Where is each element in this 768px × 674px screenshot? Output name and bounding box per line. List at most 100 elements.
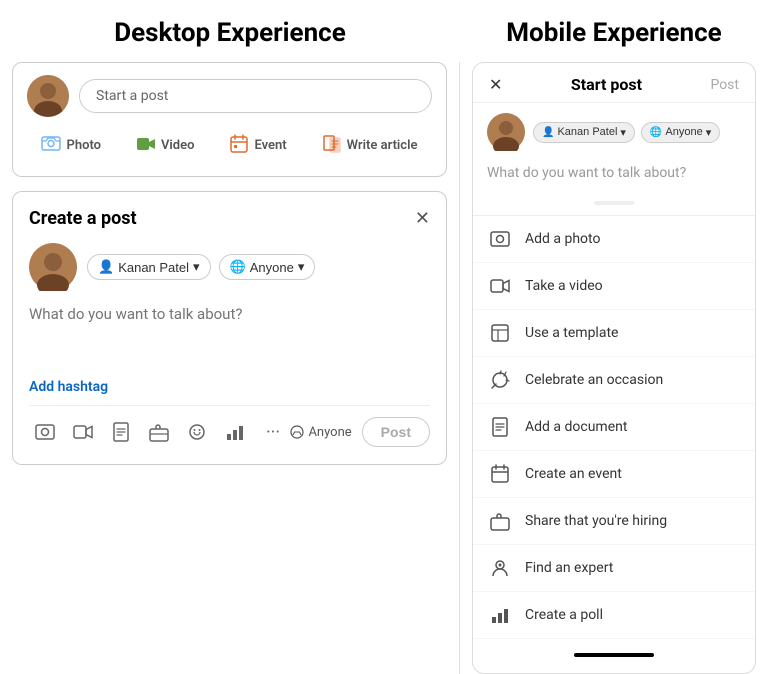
- mobile-chevron-icon-2: ▾: [706, 126, 712, 139]
- mobile-person-icon: 👤: [542, 127, 554, 138]
- menu-document-icon: [489, 416, 511, 438]
- photo-icon: [41, 133, 61, 158]
- chevron-down-icon: ▾: [193, 259, 200, 275]
- menu-add-document[interactable]: Add a document: [473, 404, 755, 451]
- create-post-card: Create a post ✕ 👤 Kanan P: [12, 191, 447, 465]
- card-header: Create a post ✕: [29, 208, 430, 229]
- anyone-btn[interactable]: Anyone: [290, 425, 351, 440]
- right-header: Mobile Experience: [460, 0, 768, 62]
- event-label: Event: [254, 138, 286, 153]
- menu-event-icon: [489, 463, 511, 485]
- menu-take-video[interactable]: Take a video: [473, 263, 755, 310]
- menu-hiring-icon: [489, 510, 511, 532]
- audience-label: Anyone: [250, 260, 294, 275]
- event-action-btn[interactable]: Event: [221, 127, 294, 164]
- mobile-post-title: Start post: [571, 75, 642, 94]
- user-name: Kanan Patel: [118, 260, 189, 275]
- article-label: Write article: [347, 138, 418, 153]
- menu-add-photo-label: Add a photo: [525, 231, 600, 247]
- toolbar-briefcase-icon[interactable]: [143, 416, 175, 448]
- menu-find-expert-label: Find an expert: [525, 560, 613, 576]
- bottom-bar: [574, 653, 654, 657]
- mobile-phone-wrapper: ✕ Start post Post 👤: [472, 62, 756, 674]
- menu-find-expert[interactable]: Find an expert: [473, 545, 755, 592]
- mobile-header: ✕ Start post Post: [473, 63, 755, 103]
- anyone-text: Anyone: [308, 425, 351, 440]
- ellipsis-icon: ···: [266, 422, 280, 443]
- toolbar-video-icon[interactable]: [67, 416, 99, 448]
- desktop-top-bar: Start a post Photo: [12, 62, 447, 177]
- post-textarea[interactable]: [29, 305, 430, 365]
- menu-hiring-label: Share that you're hiring: [525, 513, 667, 529]
- user-pill-btn[interactable]: 👤 Kanan Patel ▾: [87, 254, 211, 280]
- bottom-toolbar: ··· Anyone Post: [29, 405, 430, 448]
- user-row: 👤 Kanan Patel ▾ 🌐 Anyone ▾: [29, 243, 430, 291]
- toolbar-chart-icon[interactable]: [219, 416, 251, 448]
- menu-template-icon: [489, 322, 511, 344]
- comment-icon: [290, 425, 304, 439]
- mobile-globe-icon: 🌐: [650, 127, 662, 138]
- photo-label: Photo: [66, 138, 101, 153]
- avatar-create-post: [29, 243, 77, 291]
- mobile-column: ✕ Start post Post 👤: [460, 62, 768, 674]
- toolbar-right: Anyone Post: [290, 417, 430, 447]
- mobile-menu: Add a photo Take a video: [473, 215, 755, 639]
- article-icon: [322, 134, 342, 158]
- menu-photo-icon: [489, 228, 511, 250]
- headers-row: Desktop Experience Mobile Experience: [0, 0, 768, 62]
- menu-use-template-label: Use a template: [525, 325, 618, 341]
- photo-action-btn[interactable]: Photo: [33, 127, 109, 164]
- person-icon: 👤: [98, 259, 114, 275]
- start-post-input[interactable]: Start a post: [79, 79, 432, 113]
- menu-add-photo[interactable]: Add a photo: [473, 216, 755, 263]
- chevron-down-icon-2: ▾: [298, 259, 305, 275]
- card-title: Create a post: [29, 208, 137, 229]
- menu-create-poll-label: Create a poll: [525, 607, 603, 623]
- globe-icon: 🌐: [230, 259, 246, 275]
- mobile-avatar: [487, 113, 525, 151]
- menu-hiring[interactable]: Share that you're hiring: [473, 498, 755, 545]
- menu-celebrate-icon: [489, 369, 511, 391]
- menu-add-document-label: Add a document: [525, 419, 627, 435]
- menu-poll-icon: [489, 604, 511, 626]
- toolbar-photo-icon[interactable]: [29, 416, 61, 448]
- menu-create-poll[interactable]: Create a poll: [473, 592, 755, 639]
- mobile-user-pill[interactable]: 👤 Kanan Patel ▾: [533, 122, 635, 143]
- menu-create-event[interactable]: Create an event: [473, 451, 755, 498]
- video-label: Video: [161, 138, 195, 153]
- event-icon: [229, 134, 249, 158]
- menu-use-template[interactable]: Use a template: [473, 310, 755, 357]
- menu-create-event-label: Create an event: [525, 466, 622, 482]
- mobile-user-row: 👤 Kanan Patel ▾ 🌐 Anyone ▾: [473, 103, 755, 161]
- menu-celebrate-label: Celebrate an occasion: [525, 372, 663, 388]
- drag-handle: [594, 201, 634, 205]
- mobile-pills: 👤 Kanan Patel ▾ 🌐 Anyone ▾: [533, 122, 720, 143]
- mobile-user-name: Kanan Patel: [557, 126, 617, 138]
- post-button[interactable]: Post: [362, 417, 430, 447]
- user-controls: 👤 Kanan Patel ▾ 🌐 Anyone ▾: [87, 254, 315, 280]
- desktop-column: Start a post Photo: [0, 62, 460, 674]
- mobile-close-btn[interactable]: ✕: [489, 75, 502, 94]
- action-buttons-row: Photo Video: [27, 127, 432, 164]
- mobile-chevron-icon: ▾: [620, 126, 626, 139]
- mobile-post-btn[interactable]: Post: [710, 77, 739, 93]
- audience-pill-btn[interactable]: 🌐 Anyone ▾: [219, 254, 316, 280]
- menu-expert-icon: [489, 557, 511, 579]
- video-icon: [136, 134, 156, 158]
- top-bar-inner: Start a post: [27, 75, 432, 117]
- article-action-btn[interactable]: Write article: [314, 127, 426, 164]
- avatar-top: [27, 75, 69, 117]
- drag-handle-area: [473, 191, 755, 215]
- toolbar-document-icon[interactable]: [105, 416, 137, 448]
- add-hashtag-btn[interactable]: Add hashtag: [29, 379, 430, 395]
- menu-video-icon: [489, 275, 511, 297]
- desktop-section-title: Desktop Experience: [0, 0, 460, 62]
- mobile-placeholder: What do you want to talk about?: [473, 161, 755, 191]
- toolbar-more-icon[interactable]: ···: [257, 416, 289, 448]
- menu-celebrate[interactable]: Celebrate an occasion: [473, 357, 755, 404]
- mobile-section-title: Mobile Experience: [460, 0, 768, 62]
- video-action-btn[interactable]: Video: [128, 127, 203, 164]
- close-button[interactable]: ✕: [415, 208, 430, 229]
- mobile-audience-pill[interactable]: 🌐 Anyone ▾: [641, 122, 720, 143]
- toolbar-celebrate-icon[interactable]: [181, 416, 213, 448]
